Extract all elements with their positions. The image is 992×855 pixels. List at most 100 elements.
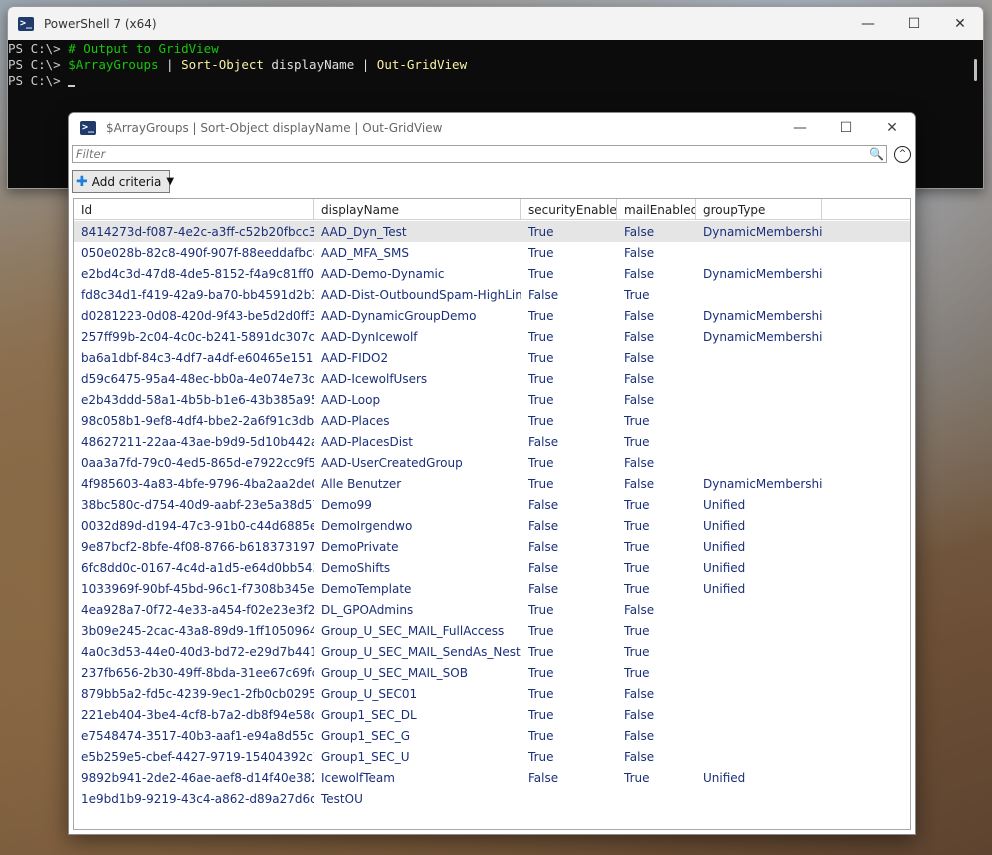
cell-securityenabled: False: [528, 582, 559, 596]
terminal-token: # Output to GridView: [68, 41, 219, 56]
search-icon[interactable]: 🔍: [869, 147, 884, 161]
cell-grouptype: Unified: [703, 519, 746, 533]
column-header-grouptype[interactable]: groupType: [696, 199, 822, 220]
cell-displayname: Group_U_SEC_MAIL_FullAccess: [321, 624, 505, 638]
table-row[interactable]: 1e9bd1b9-9219-43c4-a862-d89a27d6dab7 Test…: [74, 788, 910, 809]
cell-displayname: TestOU: [321, 792, 363, 806]
cell-id: d0281223-0d08-420d-9f43-be5d2d0ff3da: [81, 309, 314, 323]
column-header-displayname[interactable]: displayName: [314, 199, 521, 220]
gridview-window-controls: — ☐ ✕: [777, 113, 915, 143]
cell-grouptype: [696, 368, 822, 389]
table-row[interactable]: 8414273d-f087-4e2c-a3ff-c52b20fbcc3a AAD_…: [74, 221, 910, 242]
table-row[interactable]: e7548474-3517-40b3-aaf1-e94a8d55c2d2 Grou…: [74, 725, 910, 746]
table-row[interactable]: 3b09e245-2cac-43a8-89d9-1ff10509640d Grou…: [74, 620, 910, 641]
cell-grouptype: DynamicMembership: [703, 225, 822, 239]
close-button[interactable]: ✕: [937, 7, 983, 40]
minimize-icon: —: [861, 15, 875, 32]
cell-id: e2b43ddd-58a1-4b5b-b1e6-43b385a95ced: [81, 393, 314, 407]
gridview-window[interactable]: >_ $ArrayGroups | Sort-Object displayNam…: [68, 112, 916, 835]
close-button[interactable]: ✕: [869, 113, 915, 143]
cell-id: 6fc8dd0c-0167-4c4d-a1d5-e64d0bb54327: [81, 561, 314, 575]
cell-grouptype: Unified: [703, 771, 746, 785]
cell-grouptype: Unified: [703, 498, 746, 512]
minimize-button[interactable]: —: [845, 7, 891, 40]
cell-securityenabled: True: [528, 708, 554, 722]
add-criteria-label: Add criteria: [91, 174, 162, 189]
terminal-output[interactable]: PS C:\> # Output to GridView PS C:\> $Arr…: [8, 40, 983, 89]
column-header-mailenabled[interactable]: mailEnabled: [617, 199, 696, 220]
table-row[interactable]: 6fc8dd0c-0167-4c4d-a1d5-e64d0bb54327 Demo…: [74, 557, 910, 578]
maximize-button[interactable]: ☐: [891, 7, 937, 40]
cell-id: 38bc580c-d754-40d9-aabf-23e5a38d57dd: [81, 498, 314, 512]
add-criteria-button[interactable]: ✚ Add criteria ▼: [72, 170, 174, 193]
cell-mailenabled: True: [624, 771, 650, 785]
plus-icon: ✚: [76, 173, 88, 190]
cell-securityenabled: True: [528, 351, 554, 365]
table-row[interactable]: e2b43ddd-58a1-4b5b-b1e6-43b385a95ced AAD-…: [74, 389, 910, 410]
cell-securityenabled: False: [528, 435, 559, 449]
table-row[interactable]: 9892b941-2de2-46ae-aef8-d14f40e38254 Icew…: [74, 767, 910, 788]
cell-securityenabled: True: [528, 414, 554, 428]
cell-id: 4f985603-4a83-4bfe-9796-4ba2aa2de013: [81, 477, 314, 491]
table-row[interactable]: 0032d89d-d194-47c3-91b0-c44d6885e907 Demo…: [74, 515, 910, 536]
table-row[interactable]: 4a0c3d53-44e0-40d3-bd72-e29d7b441903 Grou…: [74, 641, 910, 662]
cell-securityenabled: True: [528, 309, 554, 323]
table-row[interactable]: d0281223-0d08-420d-9f43-be5d2d0ff3da AAD-…: [74, 305, 910, 326]
terminal-scrollbar[interactable]: [974, 59, 977, 81]
table-row[interactable]: 879bb5a2-fd5c-4239-9ec1-2fb0cb029528 Grou…: [74, 683, 910, 704]
cell-id: 1033969f-90bf-45bd-96c1-f7308b345ebe: [81, 582, 314, 596]
table-row[interactable]: 4f985603-4a83-4bfe-9796-4ba2aa2de013 Alle…: [74, 473, 910, 494]
cell-grouptype: [696, 662, 822, 683]
table-row[interactable]: 1033969f-90bf-45bd-96c1-f7308b345ebe Demo…: [74, 578, 910, 599]
table-row[interactable]: 0aa3a7fd-79c0-4ed5-865d-e7922cc9f5cf AAD-…: [74, 452, 910, 473]
column-header-securityenabled[interactable]: securityEnabled: [521, 199, 617, 220]
column-header-id[interactable]: Id: [74, 199, 314, 220]
table-row[interactable]: 9e87bcf2-8bfe-4f08-8766-b61837319746 Demo…: [74, 536, 910, 557]
filter-input[interactable]: [72, 145, 887, 163]
cell-grouptype: [696, 683, 822, 704]
terminal-titlebar[interactable]: >_ PowerShell 7 (x64) — ☐ ✕: [8, 7, 983, 40]
collapse-criteria-button[interactable]: ^: [894, 146, 911, 163]
cell-securityenabled: True: [528, 750, 554, 764]
cell-securityenabled: True: [528, 645, 554, 659]
cell-displayname: DemoShifts: [321, 561, 391, 575]
table-row[interactable]: fd8c34d1-f419-42a9-ba70-bb4591d2b362 AAD-…: [74, 284, 910, 305]
close-icon: ✕: [954, 15, 966, 32]
gridview-titlebar[interactable]: >_ $ArrayGroups | Sort-Object displayNam…: [69, 113, 915, 143]
table-row[interactable]: e2bd4c3d-47d8-4de5-8152-f4a9c81ff04b AAD-…: [74, 263, 910, 284]
results-grid[interactable]: Id displayName securityEnabled mailEnabl…: [73, 198, 911, 830]
table-row[interactable]: 257ff99b-2c04-4c0c-b241-5891dc307c5c AAD-…: [74, 326, 910, 347]
cell-grouptype: [696, 284, 822, 305]
minimize-icon: —: [793, 120, 807, 136]
cell-id: 4a0c3d53-44e0-40d3-bd72-e29d7b441903: [81, 645, 314, 659]
cell-securityenabled: False: [528, 519, 559, 533]
cell-mailenabled: [617, 788, 696, 809]
cell-id: e2bd4c3d-47d8-4de5-8152-f4a9c81ff04b: [81, 267, 314, 281]
cell-mailenabled: False: [624, 729, 655, 743]
cell-id: 0032d89d-d194-47c3-91b0-c44d6885e907: [81, 519, 314, 533]
table-row[interactable]: 237fb656-2b30-49ff-8bda-31ee67c69fca Grou…: [74, 662, 910, 683]
table-row[interactable]: 38bc580c-d754-40d9-aabf-23e5a38d57dd Demo…: [74, 494, 910, 515]
cell-mailenabled: False: [624, 372, 655, 386]
table-row[interactable]: 4ea928a7-0f72-4e33-a454-f02e23e3f2b1 DL_G…: [74, 599, 910, 620]
text-cursor: [68, 85, 76, 87]
cell-mailenabled: False: [624, 603, 655, 617]
cell-grouptype: [696, 431, 822, 452]
table-row[interactable]: 98c058b1-9ef8-4df4-bbe2-2a6f91c3dbd6 AAD-…: [74, 410, 910, 431]
table-row[interactable]: e5b259e5-cbef-4427-9719-15404392c75b Grou…: [74, 746, 910, 767]
table-row[interactable]: ba6a1dbf-84c3-4df7-a4df-e60465e15152 AAD-…: [74, 347, 910, 368]
cell-securityenabled: True: [528, 477, 554, 491]
table-row[interactable]: d59c6475-95a4-48ec-bb0a-4e074e73d32e AAD-…: [74, 368, 910, 389]
cell-grouptype: [696, 452, 822, 473]
table-row[interactable]: 050e028b-82c8-490f-907f-88eeddafbc83 AAD_…: [74, 242, 910, 263]
cell-grouptype: DynamicMembership: [703, 309, 822, 323]
close-icon: ✕: [886, 120, 898, 136]
table-row[interactable]: 48627211-22aa-43ae-b9d9-5d10b442a09c AAD-…: [74, 431, 910, 452]
cell-mailenabled: False: [624, 750, 655, 764]
minimize-button[interactable]: —: [777, 113, 823, 143]
maximize-icon: ☐: [839, 120, 853, 136]
maximize-button[interactable]: ☐: [823, 113, 869, 143]
cell-securityenabled: True: [528, 624, 554, 638]
table-row[interactable]: 221eb404-3be4-4cf8-b7a2-db8f94e58de7 Grou…: [74, 704, 910, 725]
terminal-token: Out-GridView: [376, 57, 468, 72]
